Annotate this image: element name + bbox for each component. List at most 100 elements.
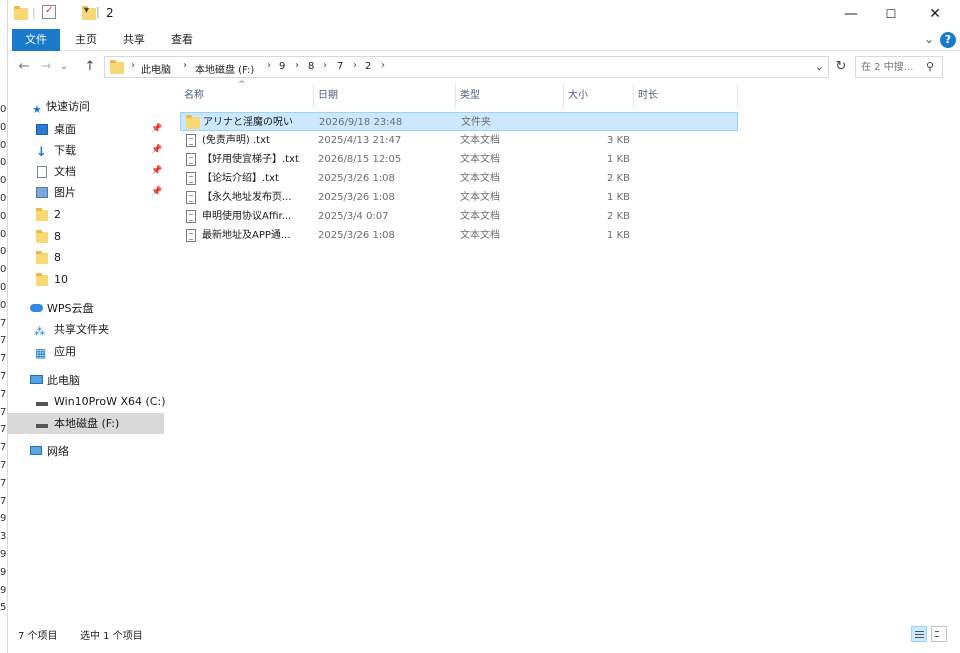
pin-icon[interactable]: 📌 xyxy=(151,182,162,203)
recent-locations-dropdown[interactable]: ⌄ xyxy=(54,57,74,77)
table-row[interactable]: アリナと淫魔の呪い 2026/9/18 23:48 文件夹 xyxy=(180,112,738,131)
background-char: 0 xyxy=(0,139,7,151)
folder-icon xyxy=(14,6,28,20)
up-button[interactable]: ↑ xyxy=(80,57,100,77)
sidebar-item-shared-folder[interactable]: ⁂ 共享文件夹 xyxy=(8,319,164,340)
background-char: 7 xyxy=(0,406,7,418)
file-name: 最新地址及APP通... xyxy=(202,230,291,241)
expand-ribbon-icon[interactable]: ⌄ xyxy=(924,32,934,46)
file-name: (免责声明) .txt xyxy=(202,135,270,146)
file-size: 2 KB xyxy=(607,173,630,184)
background-char: 9 xyxy=(0,549,7,560)
file-name: 【论坛介绍】.txt xyxy=(202,173,279,184)
file-size: 1 KB xyxy=(607,154,630,165)
table-row[interactable]: 【好用使宜梯子】.txt 2026/8/15 12:05 文本文档 1 KB xyxy=(180,150,738,169)
folder-icon xyxy=(36,208,48,221)
column-header-size[interactable]: 大小 xyxy=(564,84,634,108)
file-name: 【永久地址发布页... xyxy=(202,192,292,203)
maximize-button[interactable]: ☐ xyxy=(868,0,914,28)
sidebar-item-pictures[interactable]: 图片 📌 xyxy=(8,182,164,203)
sidebar-item-documents[interactable]: 文档 📌 xyxy=(8,161,164,182)
breadcrumb-7[interactable]: 7 xyxy=(337,61,343,72)
sidebar-item-folder-10[interactable]: 10 xyxy=(8,269,164,290)
column-header-date[interactable]: 日期 xyxy=(314,84,456,108)
pin-icon[interactable]: 📌 xyxy=(151,161,162,182)
quick-access-dropdown-icon[interactable]: ▾ xyxy=(84,5,89,16)
sidebar-item-this-pc[interactable]: 此电脑 xyxy=(8,370,164,391)
table-row[interactable]: 【论坛介绍】.txt 2025/3/26 1:08 文本文档 2 KB xyxy=(180,169,738,188)
file-name: 【好用使宜梯子】.txt xyxy=(202,154,299,165)
explorer-window: | ✓ ▾ | 2 — ☐ ✕ 文件 主页 共享 查看 ⌄ ? ← → ⌄ ↑ … xyxy=(8,0,960,653)
ribbon-tabs: 文件 主页 共享 查看 ⌄ ? xyxy=(8,29,960,51)
close-button[interactable]: ✕ xyxy=(912,0,958,28)
file-size: 1 KB xyxy=(607,192,630,203)
background-char: 9 xyxy=(0,566,7,578)
back-button[interactable]: ← xyxy=(14,57,34,77)
forward-button[interactable]: → xyxy=(36,57,56,77)
background-char: 9 xyxy=(0,513,7,525)
breadcrumb-9[interactable]: 9 xyxy=(279,61,285,72)
background-char: 0 xyxy=(0,264,7,276)
folder-icon xyxy=(36,251,48,264)
file-date: 2026/8/15 12:05 xyxy=(318,154,402,165)
background-char: 7 xyxy=(0,388,7,400)
sidebar-item-downloads[interactable]: ↓ 下载 📌 xyxy=(8,140,164,161)
column-header-duration[interactable]: 时长 xyxy=(634,84,738,108)
window-title: 2 xyxy=(106,6,114,20)
file-list: ^ 名称 日期 类型 大小 时长 アリナと淫魔の呪い 2026/9/18 23:4… xyxy=(180,80,940,614)
breadcrumb-8[interactable]: 8 xyxy=(308,61,314,72)
sidebar-item-folder-8[interactable]: 8 xyxy=(8,226,164,247)
background-char: 0 xyxy=(0,282,7,293)
file-size: 3 KB xyxy=(607,135,630,146)
large-icons-view-button[interactable] xyxy=(931,626,947,642)
tab-file[interactable]: 文件 xyxy=(12,29,60,51)
sidebar-item-apps[interactable]: ▦ 应用 xyxy=(8,341,164,362)
breadcrumb-drive-f[interactable]: 本地磁盘 (F:) xyxy=(195,61,254,76)
address-dropdown-icon[interactable]: ⌄ xyxy=(815,60,824,73)
apps-icon: ▦ xyxy=(35,346,47,360)
pin-icon[interactable]: 📌 xyxy=(151,119,162,140)
vertical-scrollbar[interactable] xyxy=(940,84,960,614)
address-bar[interactable]: › 此电脑 › 本地磁盘 (F:) › 9 › 8 › 7 › 2 › ⌄ xyxy=(104,56,829,78)
file-type: 文本文档 xyxy=(460,135,500,146)
desktop-icon xyxy=(36,124,48,135)
table-row[interactable]: (免责声明) .txt 2025/4/13 21:47 文本文档 3 KB xyxy=(180,131,738,150)
background-char: 5 xyxy=(0,602,7,614)
table-row[interactable]: 申明使用协议Affir... 2025/3/4 0:07 文本文档 2 KB xyxy=(180,207,738,226)
title-bar: | ✓ ▾ | 2 — ☐ ✕ xyxy=(8,0,960,28)
sidebar-item-wps-cloud[interactable]: WPS云盘 xyxy=(8,298,164,319)
sidebar-item-drive-f[interactable]: 本地磁盘 (F:) xyxy=(8,413,164,434)
sidebar-item-quick-access[interactable]: ★ 快速访问 xyxy=(8,96,164,117)
tab-home[interactable]: 主页 xyxy=(64,29,108,51)
search-icon[interactable]: ⚲ xyxy=(926,60,934,73)
background-char: 7 xyxy=(0,495,7,507)
background-char: 7 xyxy=(0,424,7,436)
share-icon: ⁂ xyxy=(34,325,45,338)
sidebar-item-folder-2[interactable]: 2 xyxy=(8,204,164,225)
sidebar-item-network[interactable]: 网络 xyxy=(8,441,164,462)
item-count: 7 个项目 xyxy=(18,631,58,642)
column-header-type[interactable]: 类型 xyxy=(456,84,564,108)
sidebar-item-desktop[interactable]: 桌面 📌 xyxy=(8,119,164,140)
column-header-name[interactable]: 名称 xyxy=(180,84,314,108)
pin-icon[interactable]: 📌 xyxy=(151,140,162,161)
help-icon[interactable]: ? xyxy=(940,32,956,48)
background-char: 7 xyxy=(0,477,7,489)
breadcrumb-2[interactable]: 2 xyxy=(365,61,371,72)
table-row[interactable]: 最新地址及APP通... 2025/3/26 1:08 文本文档 1 KB xyxy=(180,226,738,245)
breadcrumb-this-pc[interactable]: 此电脑 xyxy=(141,61,171,76)
file-list-header: 名称 日期 类型 大小 时长 xyxy=(180,84,740,108)
details-view-button[interactable] xyxy=(911,626,927,642)
download-icon: ↓ xyxy=(36,145,47,160)
tab-share[interactable]: 共享 xyxy=(112,29,156,51)
sidebar-item-folder-8b[interactable]: 8 xyxy=(8,247,164,268)
background-window-edge: 0 0 0 0 0 0 0 0 0 0 0 0 7 7 7 7 7 7 7 7 7 7 7 9 3 9 9 9 5 xyxy=(0,0,8,653)
background-char: 3 xyxy=(0,531,7,543)
sidebar-item-drive-c[interactable]: Win10ProW X64 (C:) xyxy=(8,391,165,412)
table-row[interactable]: 【永久地址发布页... 2025/3/26 1:08 文本文档 1 KB xyxy=(180,188,738,207)
computer-icon xyxy=(30,375,43,384)
file-name: アリナと淫魔の呪い xyxy=(203,117,293,128)
properties-icon[interactable]: ✓ xyxy=(42,5,56,19)
refresh-button[interactable]: ↻ xyxy=(831,57,851,77)
tab-view[interactable]: 查看 xyxy=(160,29,204,51)
